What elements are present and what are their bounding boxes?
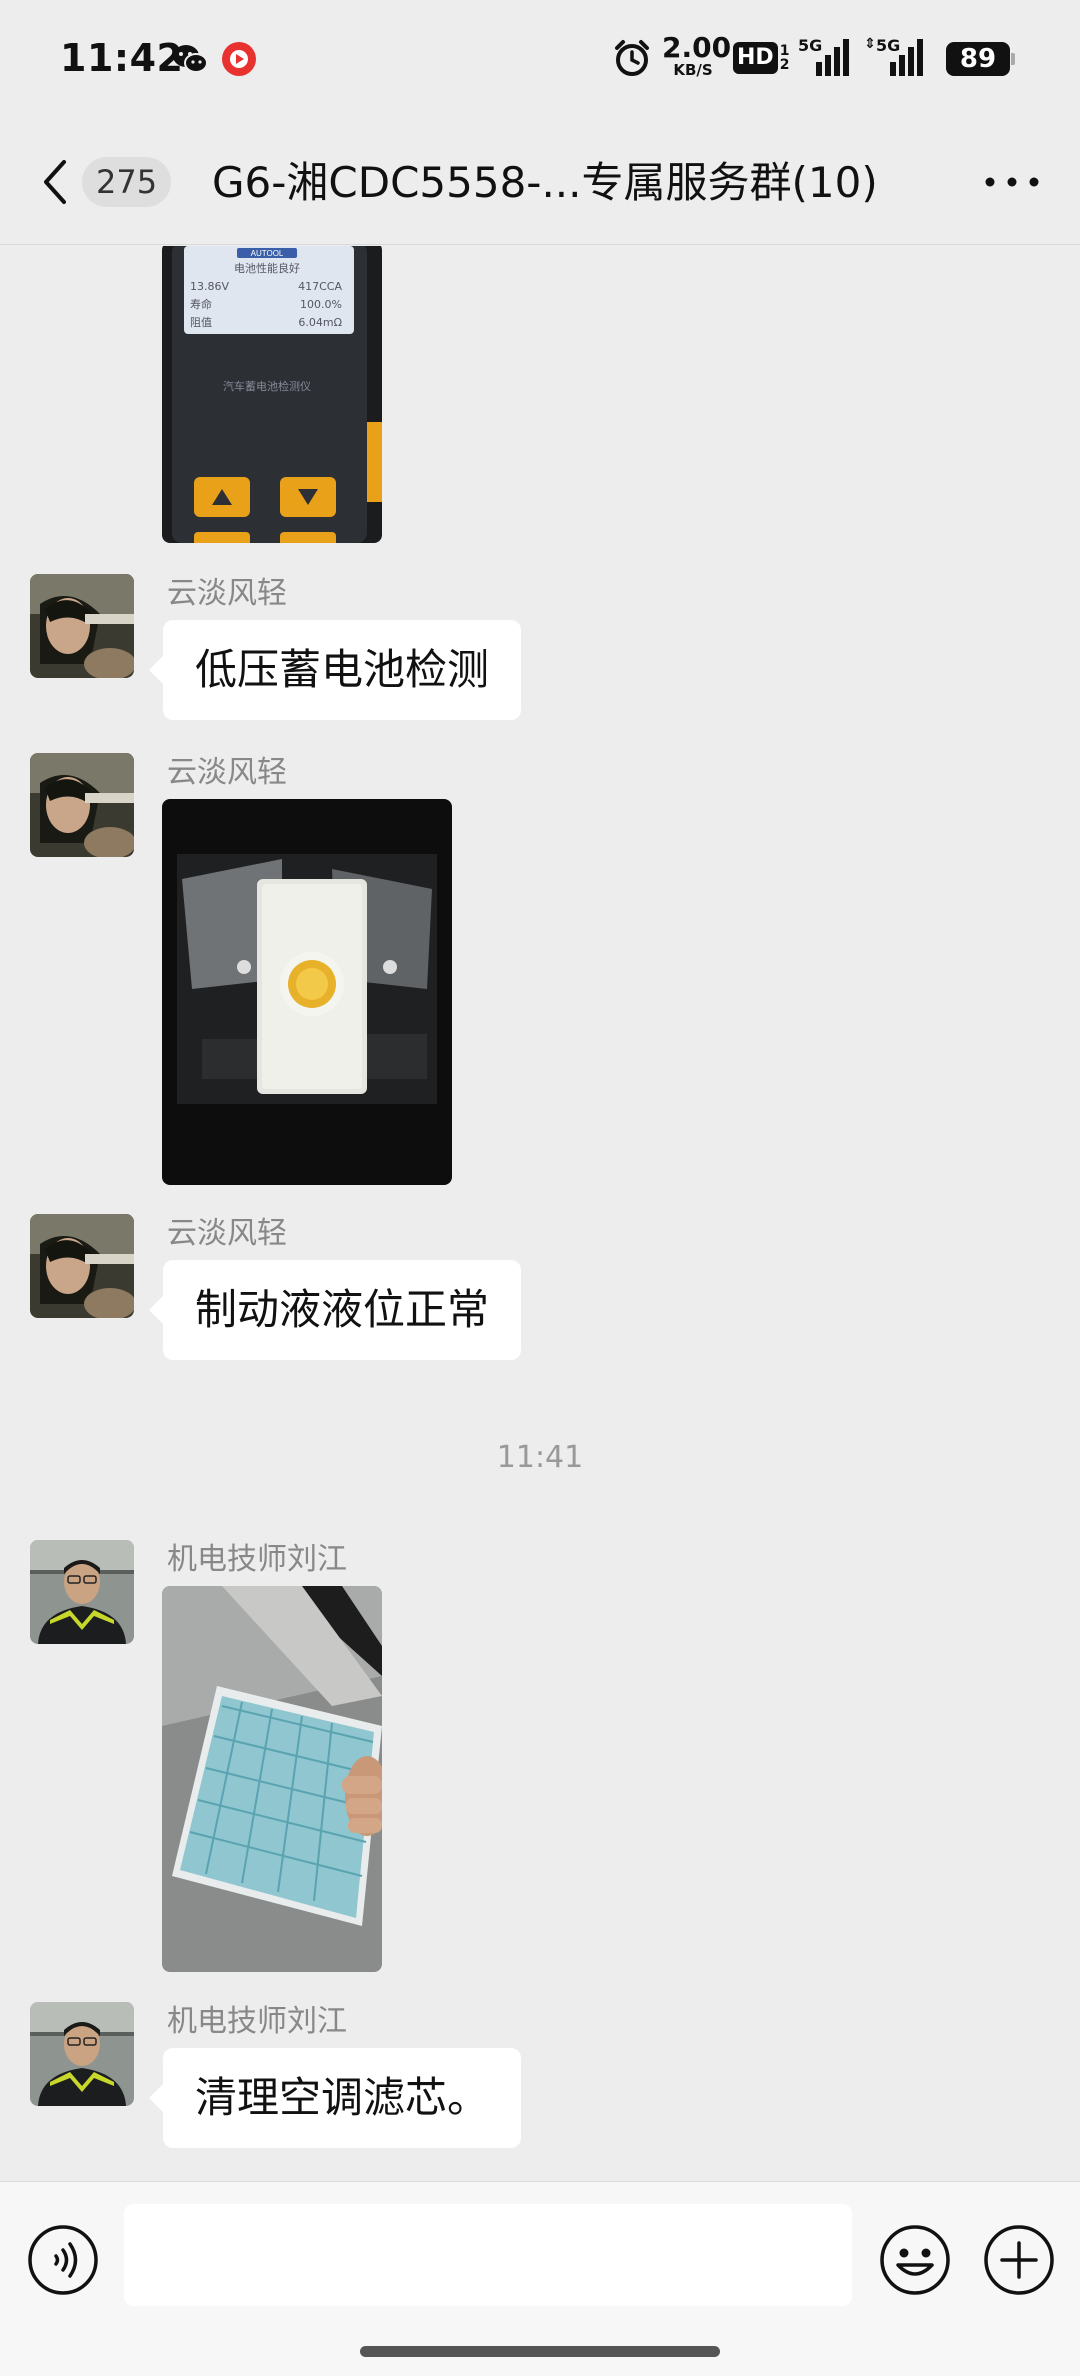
plus-button[interactable] bbox=[982, 2223, 1056, 2297]
unread-count-badge[interactable]: 275 bbox=[82, 157, 172, 207]
signal-sim1-icon: 5G bbox=[798, 36, 852, 78]
emoji-button[interactable] bbox=[878, 2223, 952, 2297]
sender-name: 云淡风轻 bbox=[167, 755, 287, 790]
status-time: 11:42 bbox=[60, 36, 184, 80]
sender-name: 机电技师刘江 bbox=[167, 1542, 347, 1577]
avatar[interactable] bbox=[30, 1214, 134, 1318]
chat-header: 275 G6-湘CDC5558-...专属服务群(10) bbox=[0, 120, 1080, 245]
svg-text:阻值: 阻值 bbox=[190, 316, 212, 329]
message-image-brake-fluid[interactable] bbox=[162, 799, 452, 1185]
plus-icon bbox=[984, 2225, 1054, 2295]
sender-name: 云淡风轻 bbox=[167, 1216, 287, 1251]
message-timestamp: 11:41 bbox=[496, 1440, 584, 1475]
chat-title[interactable]: G6-湘CDC5558-...专属服务群(10) bbox=[212, 156, 878, 210]
emoji-icon bbox=[880, 2225, 950, 2295]
voice-icon bbox=[28, 2225, 98, 2295]
alarm-icon bbox=[612, 38, 652, 78]
sender-name: 云淡风轻 bbox=[167, 576, 287, 611]
avatar[interactable] bbox=[30, 753, 134, 857]
message-list[interactable]: AUTOOL 电池性能良好 13.86V 417CCA 寿命 100.0% 阻值… bbox=[0, 246, 1080, 2180]
svg-text:100.0%: 100.0% bbox=[300, 298, 342, 311]
net-speed: 2.00 KB/S bbox=[662, 31, 732, 79]
svg-text:13.86V: 13.86V bbox=[190, 280, 229, 293]
message-bubble[interactable]: 低压蓄电池检测 bbox=[148, 620, 522, 720]
svg-text:汽车蓄电池检测仪: 汽车蓄电池检测仪 bbox=[223, 379, 311, 393]
video-app-icon bbox=[220, 40, 258, 78]
status-bar: 11:42 2.00 KB/S HD 12 5G ⇕ 5G 89 bbox=[0, 0, 1080, 120]
svg-text:AUTOOL: AUTOOL bbox=[251, 249, 284, 258]
signal-sim2-icon: ⇕ 5G bbox=[862, 36, 932, 78]
svg-text:417CCA: 417CCA bbox=[298, 280, 342, 293]
input-bar bbox=[0, 2181, 1080, 2376]
avatar[interactable] bbox=[30, 1540, 134, 1644]
more-button[interactable] bbox=[984, 170, 1040, 194]
voice-button[interactable] bbox=[26, 2223, 100, 2297]
sender-name: 机电技师刘江 bbox=[167, 2004, 347, 2039]
message-image-air-filter[interactable] bbox=[162, 1586, 382, 1972]
message-image-battery-tester[interactable]: AUTOOL 电池性能良好 13.86V 417CCA 寿命 100.0% 阻值… bbox=[162, 246, 382, 543]
svg-text:寿命: 寿命 bbox=[190, 297, 212, 311]
battery-icon: 89 bbox=[946, 42, 1016, 76]
message-bubble[interactable]: 清理空调滤芯。 bbox=[148, 2048, 522, 2148]
back-button[interactable] bbox=[36, 158, 76, 206]
message-input[interactable] bbox=[124, 2204, 852, 2306]
avatar[interactable] bbox=[30, 2002, 134, 2106]
svg-text:6.04mΩ: 6.04mΩ bbox=[298, 316, 342, 329]
wechat-icon bbox=[171, 40, 209, 78]
message-bubble[interactable]: 制动液液位正常 bbox=[148, 1260, 522, 1360]
more-dots-icon bbox=[985, 177, 1039, 187]
hd-icon: HD 12 bbox=[733, 40, 789, 76]
chevron-left-icon bbox=[44, 160, 66, 204]
home-indicator[interactable] bbox=[360, 2346, 720, 2357]
avatar[interactable] bbox=[30, 574, 134, 678]
svg-text:电池性能良好: 电池性能良好 bbox=[234, 261, 300, 275]
